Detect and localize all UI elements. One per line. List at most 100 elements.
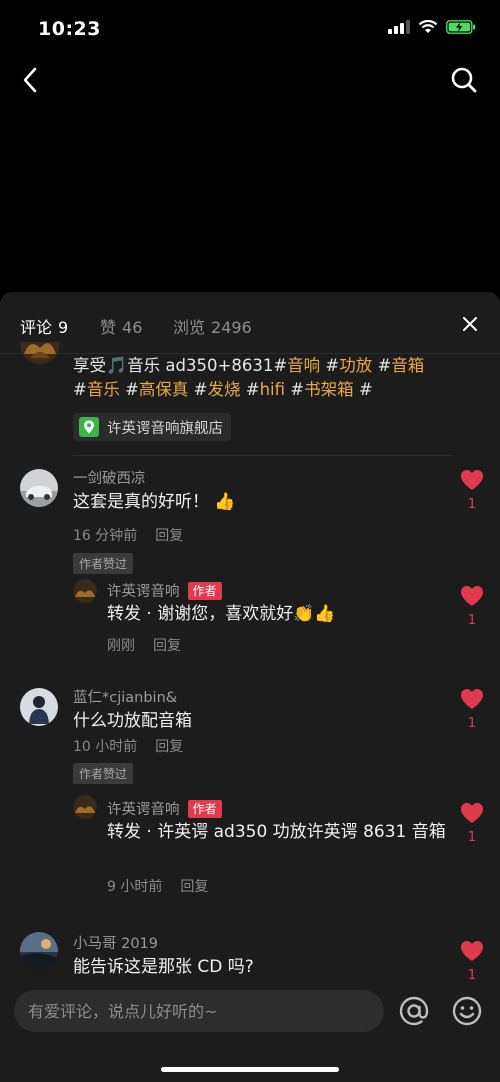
- reply-button[interactable]: 回复: [155, 528, 183, 544]
- heart-icon: [461, 803, 483, 823]
- like-button[interactable]: 1: [460, 469, 484, 512]
- like-count: 1: [467, 830, 477, 845]
- post-caption-part: #: [188, 380, 208, 399]
- reply-author: 许英谔音响 作者: [107, 580, 222, 601]
- avatar[interactable]: [20, 688, 58, 726]
- like-button[interactable]: 1: [460, 940, 484, 983]
- reply-avatar[interactable]: [73, 579, 97, 603]
- commenter-name[interactable]: 一剑破西凉: [73, 467, 146, 488]
- hashtag-link[interactable]: 音箱: [391, 356, 424, 375]
- reply-text-content: 转发 · 谢谢您，喜欢就好: [107, 604, 294, 624]
- like-count: 1: [467, 968, 477, 983]
- reply-button[interactable]: 回复: [155, 739, 183, 755]
- mention-button[interactable]: [398, 995, 430, 1027]
- wifi-icon: [418, 20, 438, 33]
- post-caption-part: #: [119, 380, 139, 399]
- reply-author-name[interactable]: 许英谔音响: [107, 798, 180, 819]
- post-caption-part: #: [372, 356, 392, 375]
- status-icons: [388, 20, 476, 34]
- music-note-icon: 🎵: [106, 356, 128, 376]
- author-tag: 作者: [187, 581, 222, 600]
- location-pin-icon: [79, 417, 99, 437]
- reply-author-name[interactable]: 许英谔音响: [107, 580, 180, 601]
- comment-meta: 16 分钟前 回复: [73, 525, 183, 545]
- tab-comments[interactable]: 评论 9: [20, 314, 68, 338]
- comment-time: 10 小时前: [73, 739, 138, 755]
- heart-icon: [461, 470, 483, 490]
- commenter-name[interactable]: 蓝仁*cjianbin&: [73, 686, 177, 707]
- hashtag-link[interactable]: 音乐: [87, 380, 120, 399]
- author-liked-badge: 作者赞过: [73, 553, 134, 574]
- tab-comments-label: 评论: [20, 318, 53, 337]
- battery-icon: [446, 20, 476, 34]
- like-button[interactable]: 1: [460, 585, 484, 628]
- post-caption-part: #: [273, 356, 288, 375]
- signal-icon: [388, 20, 410, 34]
- heart-icon: [461, 689, 483, 709]
- tab-likes[interactable]: 赞 46: [100, 314, 142, 338]
- hashtag-link[interactable]: 高保真: [139, 380, 189, 399]
- comment-text: 这套是真的好听！ 👍: [73, 489, 236, 515]
- back-button[interactable]: [14, 62, 46, 98]
- hashtag-link[interactable]: hifi: [260, 380, 285, 399]
- hashtag-link[interactable]: 音响: [287, 356, 320, 375]
- hashtag-link[interactable]: 发烧: [207, 380, 240, 399]
- comment-text-content: 这套是真的好听！: [73, 492, 209, 512]
- heart-icon: [461, 941, 483, 961]
- tab-views-label: 浏览: [173, 318, 206, 337]
- search-button[interactable]: [446, 62, 482, 98]
- author-tag: 作者: [187, 799, 222, 818]
- thumbs-up-emoji: 👍: [314, 604, 336, 624]
- comment-text: 什么功放配音箱: [73, 711, 192, 731]
- smiley-icon: [452, 996, 482, 1026]
- divider: [73, 455, 452, 456]
- avatar[interactable]: [20, 932, 58, 970]
- hashtag-link[interactable]: 功放: [339, 356, 372, 375]
- like-button[interactable]: 1: [460, 688, 484, 731]
- close-icon: [463, 317, 477, 331]
- clap-emoji: 👏: [293, 604, 315, 624]
- tab-likes-count: 46: [122, 318, 143, 337]
- chevron-left-icon: [23, 67, 37, 93]
- reply-meta: 9 小时前 回复: [107, 876, 208, 896]
- post-caption-part: #: [73, 380, 87, 399]
- reply-text: 转发 · 谢谢您，喜欢就好👏👍: [107, 601, 336, 627]
- status-time: 10:23: [38, 18, 101, 40]
- reply-author: 许英谔音响 作者: [107, 798, 222, 819]
- reply-button[interactable]: 回复: [153, 638, 181, 654]
- reply-time: 9 小时前: [107, 879, 163, 895]
- tab-likes-label: 赞: [100, 318, 117, 337]
- tab-views-count: 2496: [211, 318, 252, 337]
- post-caption-part: #: [240, 380, 260, 399]
- reply-avatar[interactable]: [73, 795, 97, 819]
- reply-meta: 刚刚 回复: [107, 635, 181, 655]
- reply-text: 转发 · 许英谔 ad350 功放许英谔 8631 音箱: [107, 822, 446, 842]
- like-button[interactable]: 1: [460, 802, 484, 845]
- tab-views[interactable]: 浏览 2496: [173, 314, 252, 338]
- avatar[interactable]: [20, 469, 58, 507]
- thumbs-up-emoji: 👍: [214, 492, 236, 512]
- post-caption: 享受🎵音乐 ad350+8631#音响 #功放 #音箱 #音乐 #高保真 #发烧 …: [73, 354, 483, 402]
- emoji-button[interactable]: [451, 995, 483, 1027]
- comment-sheet: 评论 9 赞 46 浏览 2496 享受🎵音乐 ad350+8631#音响 #功放 #…: [0, 292, 500, 1082]
- like-count: 1: [467, 613, 477, 628]
- tab-comments-count: 9: [58, 318, 69, 337]
- author-liked-badge: 作者赞过: [73, 763, 134, 784]
- location-chip[interactable]: 许英谔音响旗舰店: [73, 413, 231, 441]
- search-icon: [451, 67, 477, 93]
- comment-input-bar: [0, 982, 500, 1082]
- comment-input[interactable]: [14, 990, 384, 1032]
- post-caption-part: #: [285, 380, 305, 399]
- like-count: 1: [467, 497, 477, 512]
- comment-time: 16 分钟前: [73, 528, 138, 544]
- location-label: 许英谔音响旗舰店: [107, 420, 223, 437]
- post-author-avatar[interactable]: [20, 342, 60, 364]
- hashtag-link[interactable]: 书架箱: [304, 380, 354, 399]
- heart-icon: [461, 586, 483, 606]
- status-bar: 10:23: [0, 0, 500, 60]
- reply-button[interactable]: 回复: [180, 879, 208, 895]
- close-button[interactable]: [458, 312, 482, 336]
- post-caption-part: 音乐 ad350+8631: [127, 356, 274, 375]
- post-caption-part: 享受: [73, 356, 106, 375]
- commenter-name[interactable]: 小马哥 2019: [73, 932, 158, 953]
